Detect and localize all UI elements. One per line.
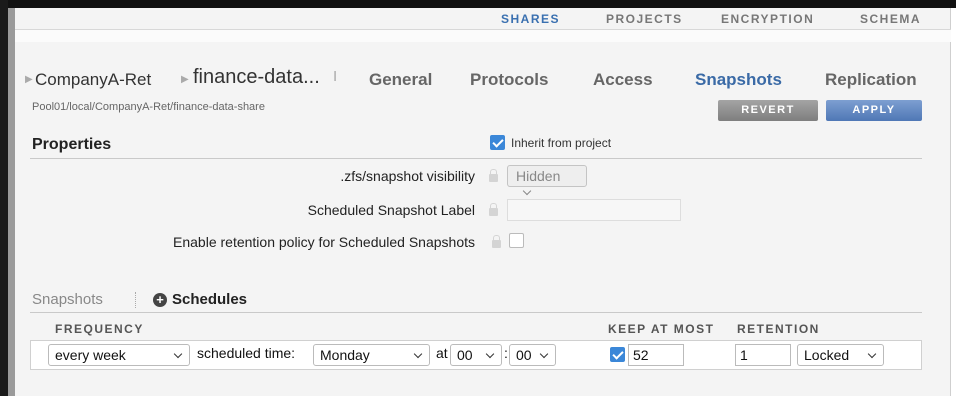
hour-value: 00: [457, 347, 473, 363]
chevron-down-icon: [867, 349, 877, 359]
snapshot-label-label: Scheduled Snapshot Label: [307, 202, 475, 218]
left-gutter: [8, 8, 15, 396]
breadcrumb-project[interactable]: CompanyA-Ret: [35, 70, 151, 90]
nav-projects[interactable]: PROJECTS: [606, 12, 683, 26]
day-value: Monday: [320, 347, 370, 363]
frequency-header: FREQUENCY: [55, 322, 144, 336]
time-colon: :: [504, 345, 508, 361]
tab-general[interactable]: General: [369, 70, 432, 90]
hour-select[interactable]: 00: [450, 344, 502, 366]
subtab-snapshots[interactable]: Snapshots: [32, 291, 103, 308]
breadcrumb-arrow-icon: ▶: [25, 74, 33, 85]
nav-shares[interactable]: SHARES: [501, 12, 560, 26]
chevron-down-icon: [173, 349, 183, 359]
add-schedule-icon[interactable]: +: [153, 293, 167, 307]
day-select[interactable]: Monday: [313, 344, 430, 366]
retention-mode-select[interactable]: Locked: [797, 344, 884, 366]
inherit-checkbox[interactable]: [490, 135, 505, 150]
tab-replication[interactable]: Replication: [825, 70, 917, 90]
properties-header: [30, 127, 922, 159]
visibility-select[interactable]: Hidden: [507, 165, 587, 196]
panel-edge: [951, 8, 956, 396]
subtab-divider: [135, 292, 136, 308]
tab-snapshots[interactable]: Snapshots: [695, 70, 782, 90]
breadcrumb-arrow-icon: ▶: [181, 74, 189, 85]
tab-access[interactable]: Access: [593, 70, 653, 90]
share-path: Pool01/local/CompanyA-Ret/finance-data-s…: [32, 101, 265, 113]
visibility-label: .zfs/snapshot visibility: [340, 168, 475, 184]
retention-header: RETENTION: [737, 322, 820, 336]
window-top-border: [0, 0, 956, 8]
lock-icon: [489, 169, 498, 182]
topnav-band: [15, 30, 951, 42]
text-cursor-icon[interactable]: Ⅰ: [333, 68, 337, 85]
apply-button[interactable]: APPLY: [826, 100, 922, 121]
lock-icon: [489, 203, 498, 216]
chevron-down-icon: [539, 349, 549, 359]
window-left-border: [0, 0, 8, 396]
nav-encryption[interactable]: ENCRYPTION: [721, 12, 814, 26]
main-panel: [15, 8, 951, 396]
nav-schema[interactable]: SCHEMA: [860, 12, 921, 26]
snapshot-label-input[interactable]: [507, 199, 681, 221]
retention-policy-label: Enable retention policy for Scheduled Sn…: [173, 234, 475, 250]
scheduled-time-label: scheduled time:: [197, 345, 296, 361]
minute-select[interactable]: 00: [509, 344, 556, 366]
chevron-down-icon: [413, 349, 423, 359]
chevron-down-icon: [485, 349, 495, 359]
topnav-divider: [15, 29, 951, 30]
visibility-value: Hidden: [516, 168, 561, 184]
lock-icon: [492, 235, 501, 248]
breadcrumb-share: finance-data...: [193, 66, 320, 88]
subtab-schedules[interactable]: Schedules: [172, 291, 247, 308]
tab-protocols[interactable]: Protocols: [470, 70, 548, 90]
keep-at-most-checkbox[interactable]: [610, 347, 625, 362]
revert-button[interactable]: REVERT: [718, 100, 818, 121]
retention-policy-checkbox[interactable]: [509, 233, 524, 248]
properties-title: Properties: [32, 136, 112, 153]
inherit-label: Inherit from project: [511, 136, 612, 150]
keep-at-most-input[interactable]: 52: [628, 344, 684, 366]
retention-input[interactable]: 1: [735, 344, 791, 366]
chevron-down-icon: [522, 186, 532, 196]
retention-mode-value: Locked: [804, 347, 850, 363]
at-label: at: [436, 345, 448, 361]
keep-at-most-header: KEEP AT MOST: [608, 322, 715, 336]
minute-value: 00: [516, 347, 532, 363]
frequency-select[interactable]: every week: [48, 344, 190, 366]
frequency-value: every week: [55, 347, 126, 363]
